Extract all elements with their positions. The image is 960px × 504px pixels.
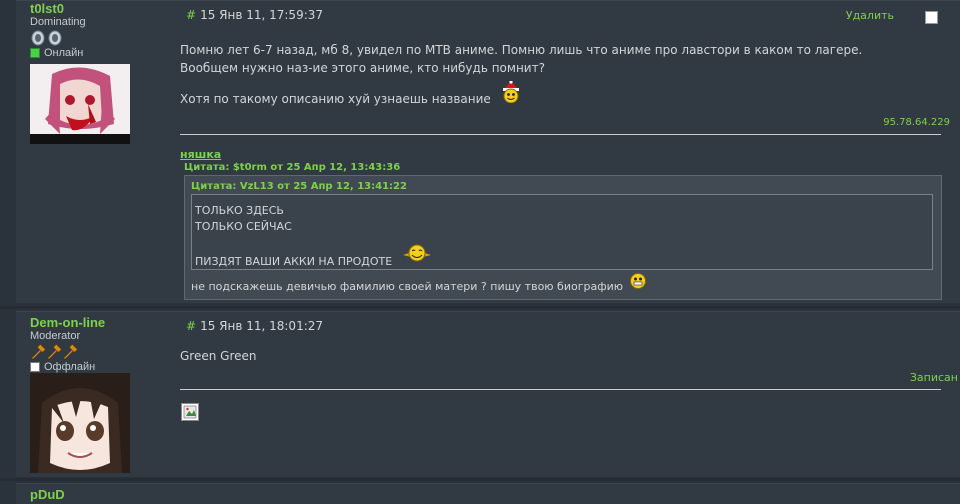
author-panel: Dem-on-line Moderator Оффлайн bbox=[30, 315, 170, 373]
quote-reply: не подскажешь девичью фамилию своей мате… bbox=[191, 280, 624, 293]
author-panel: pDuD bbox=[30, 487, 170, 502]
santa-smiley-icon bbox=[501, 80, 521, 108]
quote-block: Цитата: VzL13 от 25 Апр 12, 13:41:22 ТОЛ… bbox=[184, 175, 942, 300]
hammer-rank-icon bbox=[31, 344, 78, 360]
select-checkbox[interactable] bbox=[925, 11, 938, 24]
offline-status: Оффлайн bbox=[30, 361, 170, 373]
author-username[interactable]: Dem-on-line bbox=[30, 315, 170, 330]
post-header: #15 Янв 11, 18:01:27 bbox=[186, 319, 323, 333]
online-status-label: Онлайн bbox=[44, 47, 84, 59]
post-date: 15 Янв 11, 17:59:37 bbox=[200, 8, 324, 22]
avatar-image bbox=[30, 64, 130, 144]
quote-line: ТОЛЬКО СЕЙЧАС bbox=[195, 220, 292, 233]
post-body-line: Вообщем нужно наз-ие этого аниме, кто ни… bbox=[180, 61, 545, 75]
avatar bbox=[30, 373, 130, 473]
post-body-line: Хотя по такому описанию хуй узнаешь назв… bbox=[180, 91, 491, 106]
signature-divider bbox=[180, 134, 941, 135]
rank-icons bbox=[30, 30, 170, 46]
post: t0lst0 Dominating Онлайн # 15 Янв 11, 17… bbox=[16, 0, 960, 303]
author-rank: Moderator bbox=[30, 330, 81, 342]
ip-address: 95.78.64.229 bbox=[883, 117, 950, 128]
waving-smiley-icon bbox=[402, 243, 432, 268]
author-username[interactable]: t0lst0 bbox=[30, 1, 170, 16]
post-body: Green Green bbox=[180, 349, 257, 363]
quote-header-inner[interactable]: Цитата: VzL13 от 25 Апр 12, 13:41:22 bbox=[191, 181, 407, 192]
grin-smiley-icon bbox=[629, 272, 647, 293]
online-indicator-icon bbox=[30, 48, 40, 58]
post-permalink[interactable]: # bbox=[186, 319, 196, 333]
avatar-image bbox=[30, 373, 130, 473]
offline-indicator-icon bbox=[30, 362, 40, 372]
author-panel: t0lst0 Dominating Онлайн bbox=[30, 1, 170, 59]
broken-image-icon bbox=[181, 403, 199, 421]
post-date: 15 Янв 11, 18:01:27 bbox=[200, 319, 324, 333]
quote-line: ПИЗДЯТ ВАШИ АККИ НА ПРОДОТЕ bbox=[195, 254, 393, 268]
rank-icons bbox=[30, 344, 170, 360]
online-status: Онлайн bbox=[30, 47, 170, 59]
post: Dem-on-line Moderator Оффлайн # 15 Янв 1… bbox=[16, 311, 960, 477]
signature-divider bbox=[180, 389, 941, 390]
delete-link[interactable]: Удалить bbox=[846, 9, 894, 22]
avatar bbox=[30, 64, 130, 144]
post-header: #15 Янв 11, 17:59:37 bbox=[186, 8, 323, 22]
post-separator bbox=[0, 306, 960, 309]
signature-name[interactable]: няшка bbox=[180, 148, 221, 161]
post-body-line: Помню лет 6-7 назад, мб 8, увидел по МТВ… bbox=[180, 43, 863, 57]
author-username[interactable]: pDuD bbox=[30, 487, 170, 502]
post-permalink[interactable]: # bbox=[186, 8, 196, 22]
nested-quote: ТОЛЬКО ЗДЕСЬ ТОЛЬКО СЕЙЧАС ПИЗДЯТ ВАШИ А… bbox=[191, 194, 933, 270]
recorded-label: Записан bbox=[909, 371, 958, 384]
post-separator bbox=[0, 478, 960, 481]
rank-badge-icon bbox=[31, 30, 62, 46]
post-body: Помню лет 6-7 назад, мб 8, увидел по МТВ… bbox=[180, 41, 950, 112]
quote-header-outer[interactable]: Цитата: $t0rm от 25 Апр 12, 13:43:36 bbox=[184, 162, 400, 173]
quote-line: ТОЛЬКО ЗДЕСЬ bbox=[195, 204, 284, 217]
author-rank: Dominating bbox=[30, 16, 86, 28]
offline-status-label: Оффлайн bbox=[44, 361, 96, 373]
